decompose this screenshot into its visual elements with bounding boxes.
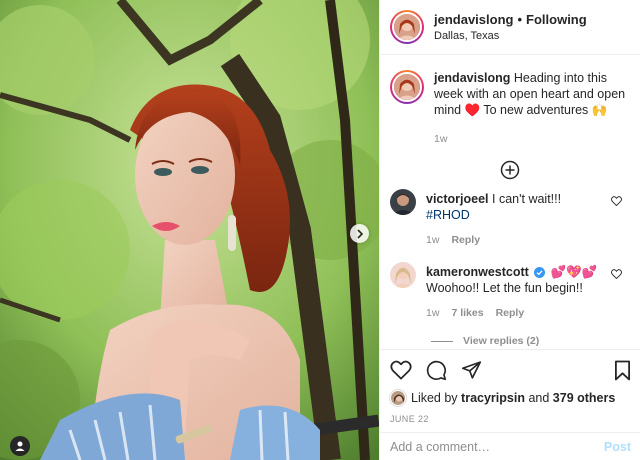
next-image-button[interactable] xyxy=(350,224,369,243)
comment-button[interactable] xyxy=(426,360,447,381)
comment-timestamp[interactable]: 1w xyxy=(426,305,439,321)
liked-by-prefix: Liked by xyxy=(411,391,458,405)
post-photo[interactable] xyxy=(0,0,379,460)
verified-icon xyxy=(534,267,546,278)
comment-emoji: 💕💖💕 xyxy=(550,265,598,279)
commenter-avatar[interactable] xyxy=(390,189,416,215)
follow-status-button[interactable]: Following xyxy=(526,12,587,27)
heart-icon xyxy=(611,269,622,280)
caption-username[interactable]: jendavislong xyxy=(434,71,510,85)
post-caption: jendavislong Heading into this week with… xyxy=(380,55,640,153)
comment-item: kameronwestcott 💕💖💕 Woohoo!! Let the fun… xyxy=(380,262,640,321)
liker-username[interactable]: tracyripsin xyxy=(461,391,525,405)
like-button[interactable] xyxy=(390,360,412,380)
liked-by-connector: and xyxy=(528,391,550,405)
save-button[interactable] xyxy=(614,360,631,381)
view-replies-button[interactable]: View replies (2) xyxy=(380,335,640,347)
comment-icon xyxy=(426,360,447,380)
load-more-comments-button[interactable] xyxy=(380,155,640,185)
post-header: jendavislong • Following Dallas, Texas xyxy=(380,0,640,55)
post-comment-button[interactable]: Post xyxy=(604,440,631,454)
author-avatar[interactable] xyxy=(390,10,424,44)
comment-input[interactable] xyxy=(390,439,604,454)
post-photo-image xyxy=(0,0,379,460)
comment-timestamp[interactable]: 1w xyxy=(426,232,439,248)
heart-icon xyxy=(390,360,412,380)
user-tag-icon xyxy=(15,441,25,451)
comment-hashtag-link[interactable]: #RHOD xyxy=(426,208,470,222)
post-date[interactable]: JUNE 22 xyxy=(380,414,640,424)
comment-item: victorjoeel I can't wait!!! #RHOD 1w Rep… xyxy=(380,189,640,248)
commenter-username[interactable]: kameronwestcott xyxy=(426,265,529,279)
post-actions-section: Liked by tracyripsin and 379 others JUNE… xyxy=(380,349,640,424)
author-username[interactable]: jendavislong xyxy=(434,12,513,27)
commenter-avatar[interactable] xyxy=(390,262,416,288)
liker-avatar[interactable] xyxy=(390,390,406,406)
reply-button[interactable]: Reply xyxy=(451,232,480,248)
commenter-username[interactable]: victorjoeel xyxy=(426,192,489,206)
reply-button[interactable]: Reply xyxy=(496,305,525,321)
comment-text: I can't wait!!! xyxy=(492,192,562,206)
heart-icon xyxy=(611,196,622,207)
likes-count-button[interactable]: 379 others xyxy=(553,391,616,405)
caption-author-avatar[interactable] xyxy=(390,70,424,104)
caption-timestamp[interactable]: 1w xyxy=(434,131,630,147)
caption-author-avatar-image xyxy=(394,74,420,100)
commenter-avatar-image xyxy=(390,189,416,215)
share-button[interactable] xyxy=(461,360,482,380)
likes-summary: Liked by tracyripsin and 379 others xyxy=(380,390,640,406)
view-replies-label: View replies (2) xyxy=(463,335,540,347)
plus-circle-icon xyxy=(500,160,520,180)
share-icon xyxy=(461,361,482,379)
post-details-pane: jendavislong • Following Dallas, Texas jen… xyxy=(379,0,640,460)
comment-text: Woohoo!! Let the fun begin!! xyxy=(426,281,583,295)
replies-divider xyxy=(431,340,453,342)
comment-composer: Post xyxy=(380,432,640,460)
comment-like-button[interactable] xyxy=(611,268,622,282)
follow-separator: • xyxy=(517,12,523,27)
commenter-avatar-image xyxy=(390,262,416,288)
comment-likes-count[interactable]: 7 likes xyxy=(451,305,483,321)
user-tag-button[interactable] xyxy=(10,436,30,456)
author-avatar-image xyxy=(394,14,420,40)
liker-avatar-image xyxy=(391,391,405,405)
bookmark-icon xyxy=(614,360,631,380)
comment-like-button[interactable] xyxy=(611,195,622,209)
action-bar xyxy=(380,350,640,390)
chevron-right-icon xyxy=(356,228,363,239)
post-location[interactable]: Dallas, Texas xyxy=(434,30,587,42)
